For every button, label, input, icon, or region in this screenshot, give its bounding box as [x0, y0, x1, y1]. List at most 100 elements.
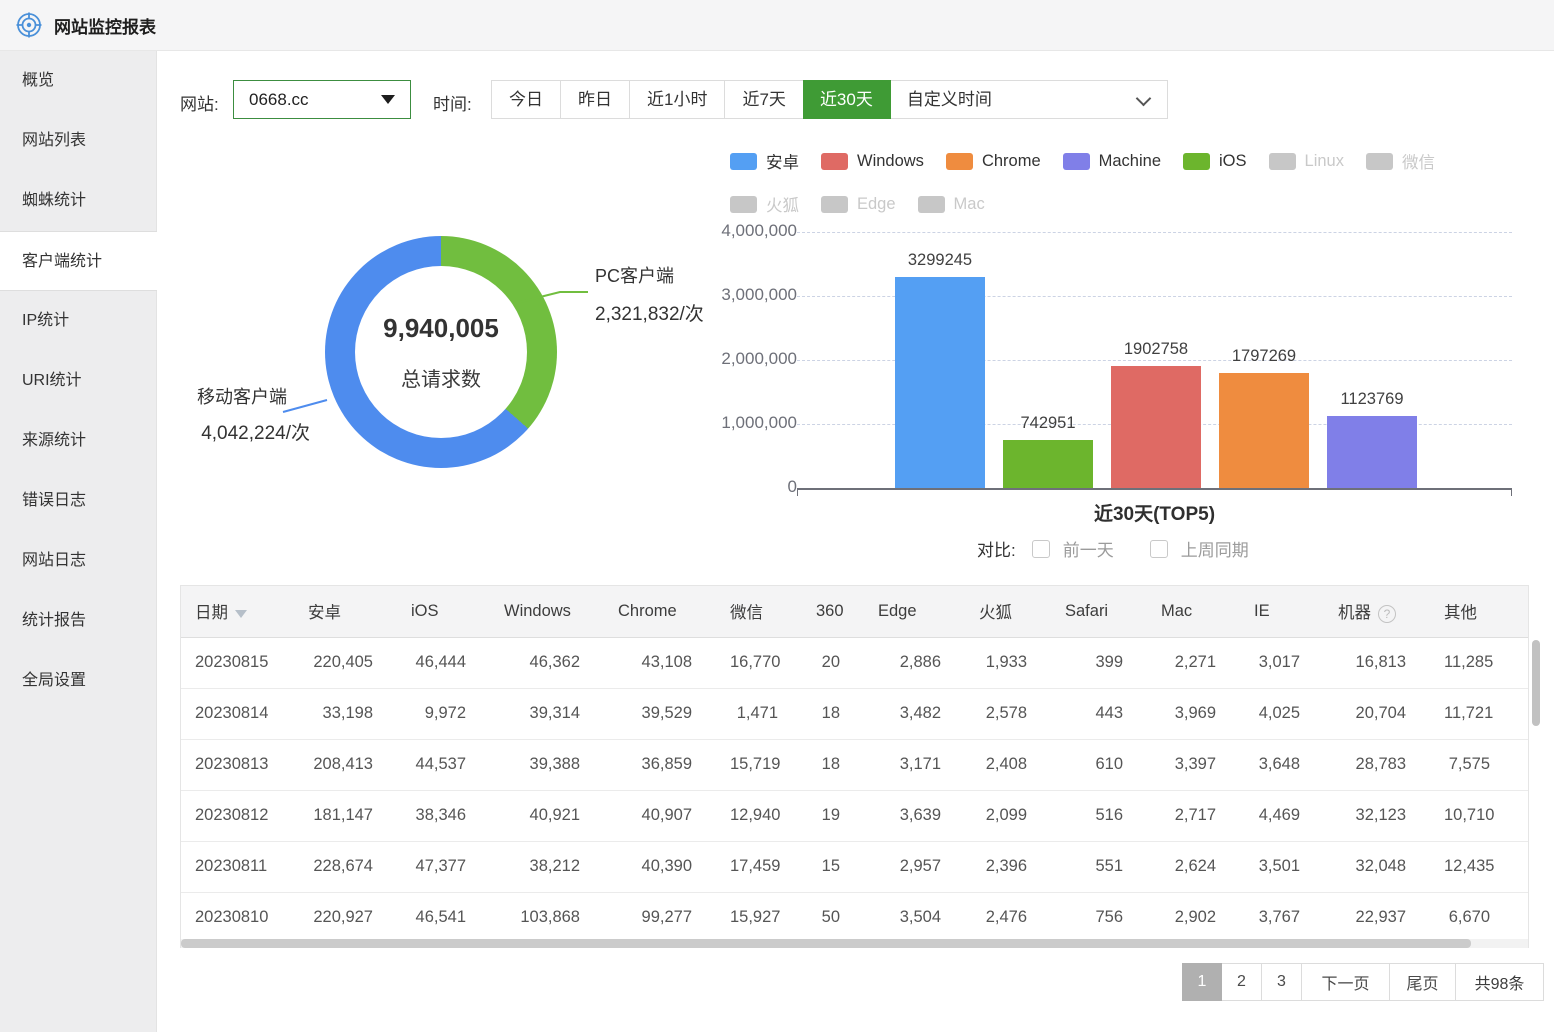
cell-value: 551: [1065, 841, 1161, 892]
sidebar-item-蜘蛛统计[interactable]: 蜘蛛统计: [0, 171, 156, 231]
table-row: 20230813208,41344,53739,38836,85915,7191…: [181, 739, 1528, 790]
page-button-1[interactable]: 1: [1182, 963, 1222, 1001]
cell-value: 2,886: [878, 637, 979, 688]
sidebar-item-来源统计[interactable]: 来源统计: [0, 411, 156, 471]
sidebar-item-网站日志[interactable]: 网站日志: [0, 531, 156, 591]
legend-label: 微信: [1402, 149, 1435, 173]
cell-value: 610: [1065, 739, 1161, 790]
cell-value: 39,314: [504, 688, 618, 739]
legend-label: Mac: [954, 195, 985, 214]
compare-option-前一天[interactable]: 前一天: [1032, 536, 1114, 561]
site-select[interactable]: 0668.cc: [233, 80, 411, 119]
horizontal-scrollbar-track[interactable]: [181, 939, 1528, 948]
last-page-button[interactable]: 尾页: [1390, 963, 1456, 1001]
time-buttons: 今日昨日近1小时近7天近30天: [492, 81, 891, 118]
total-requests-value: 9,940,005: [383, 313, 499, 344]
column-header-label: Edge: [878, 602, 917, 620]
time-button-近1小时[interactable]: 近1小时: [630, 81, 725, 118]
legend-item-Mac[interactable]: Mac: [918, 192, 985, 216]
bar-chart-title: 近30天(TOP5): [797, 499, 1512, 526]
time-button-昨日[interactable]: 昨日: [561, 81, 630, 118]
cell-value: 32,048: [1338, 841, 1444, 892]
legend-label: Windows: [857, 152, 924, 171]
cell-date: 20230815: [181, 637, 308, 688]
sidebar-item-错误日志[interactable]: 错误日志: [0, 471, 156, 531]
column-header-日期[interactable]: 日期: [181, 586, 308, 637]
legend-item-火狐[interactable]: 火狐: [730, 192, 799, 216]
cell-value: 15,719: [730, 739, 816, 790]
cell-value: 3,017: [1254, 637, 1338, 688]
cell-value: 46,444: [411, 637, 504, 688]
compare-option-上周同期[interactable]: 上周同期: [1150, 536, 1249, 561]
y-tick-label: 3,000,000: [707, 285, 797, 305]
legend-item-Linux[interactable]: Linux: [1269, 149, 1344, 173]
cell-value: 38,346: [411, 790, 504, 841]
bar-value-label: 3299245: [875, 251, 1005, 270]
sidebar-item-全局设置[interactable]: 全局设置: [0, 651, 156, 711]
cell-value: 15: [816, 841, 878, 892]
page-button-2[interactable]: 2: [1222, 963, 1262, 1001]
cell-value: 19: [816, 790, 878, 841]
column-header-label: 安卓: [308, 604, 341, 622]
legend-item-Edge[interactable]: Edge: [821, 192, 896, 216]
sidebar-item-IP统计[interactable]: IP统计: [0, 291, 156, 351]
legend-item-安卓[interactable]: 安卓: [730, 149, 799, 173]
sidebar-item-URI统计[interactable]: URI统计: [0, 351, 156, 411]
bar-安卓: [895, 277, 985, 488]
cell-value: 10,710: [1444, 790, 1528, 841]
cell-value: 44,537: [411, 739, 504, 790]
vertical-scrollbar[interactable]: [1532, 640, 1540, 726]
help-icon[interactable]: ?: [1378, 605, 1396, 623]
cell-value: 43,108: [618, 637, 730, 688]
cell-value: 11,721: [1444, 688, 1528, 739]
time-button-近7天[interactable]: 近7天: [725, 81, 803, 118]
sort-caret-icon[interactable]: [235, 610, 247, 618]
legend-swatch-icon: [1183, 153, 1210, 170]
sidebar-item-统计报告[interactable]: 统计报告: [0, 591, 156, 651]
bar-Chrome: [1219, 373, 1309, 488]
page-button-3[interactable]: 3: [1262, 963, 1302, 1001]
cell-value: 18: [816, 688, 878, 739]
legend-item-iOS[interactable]: iOS: [1183, 149, 1247, 173]
next-page-button[interactable]: 下一页: [1302, 963, 1390, 1001]
bar-iOS: [1003, 440, 1093, 488]
custom-time-select[interactable]: 自定义时间: [891, 81, 1167, 118]
checkbox-前一天[interactable]: [1032, 540, 1050, 558]
time-button-近30天[interactable]: 近30天: [803, 80, 891, 119]
client-stats-table: 日期安卓iOSWindowsChrome微信360Edge火狐SafariMac…: [180, 585, 1529, 948]
cell-date: 20230812: [181, 790, 308, 841]
cell-value: 39,529: [618, 688, 730, 739]
sidebar-item-网站列表[interactable]: 网站列表: [0, 111, 156, 171]
cell-value: 220,405: [308, 637, 411, 688]
legend-item-Chrome[interactable]: Chrome: [946, 149, 1041, 173]
cell-value: 16,770: [730, 637, 816, 688]
column-header-其他: 其他: [1444, 586, 1528, 637]
compare-option-label: 前一天: [1063, 536, 1114, 561]
page-title: 网站监控报表: [54, 13, 156, 38]
column-header-label: Windows: [504, 602, 571, 620]
cell-value: 103,868: [504, 892, 618, 943]
table-row: 2023081433,1989,97239,31439,5291,471183,…: [181, 688, 1528, 739]
column-header-label: 微信: [730, 604, 763, 622]
mobile-client-value: 4,042,224/次: [157, 418, 310, 445]
time-label: 时间:: [433, 90, 472, 115]
sidebar-item-概览[interactable]: 概览: [0, 51, 156, 111]
app-window: 网站监控报表 概览网站列表蜘蛛统计客户端统计IP统计URI统计来源统计错误日志网…: [0, 0, 1554, 1032]
cell-value: 2,271: [1161, 637, 1254, 688]
horizontal-scrollbar-thumb[interactable]: [181, 939, 1471, 948]
pagination: 123下一页尾页共98条: [1182, 963, 1544, 1001]
legend-item-Windows[interactable]: Windows: [821, 149, 924, 173]
cell-value: 4,469: [1254, 790, 1338, 841]
legend-swatch-icon: [730, 153, 757, 170]
y-tick-label: 4,000,000: [707, 221, 797, 241]
legend-item-微信[interactable]: 微信: [1366, 149, 1435, 173]
legend-label: 安卓: [766, 149, 799, 173]
sidebar-item-客户端统计[interactable]: 客户端统计: [0, 231, 157, 291]
donut-center: 9,940,005 总请求数: [325, 236, 557, 468]
legend-label: Machine: [1099, 152, 1161, 171]
checkbox-上周同期[interactable]: [1150, 540, 1168, 558]
cell-value: 17,459: [730, 841, 816, 892]
legend-item-Machine[interactable]: Machine: [1063, 149, 1161, 173]
time-button-今日[interactable]: 今日: [492, 81, 561, 118]
cell-value: 3,648: [1254, 739, 1338, 790]
